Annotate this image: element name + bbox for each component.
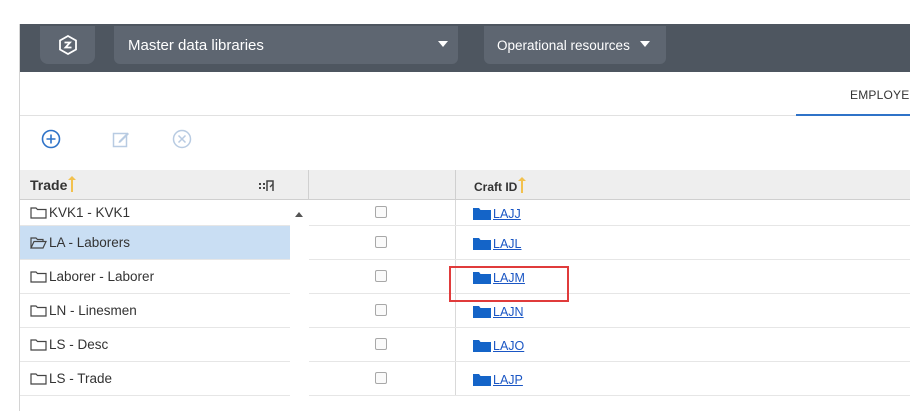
resources-dropdown-label: Operational resources — [497, 37, 630, 53]
craft-row: LAJO — [309, 328, 910, 362]
trade-row-label: KVK1 - KVK1 — [49, 205, 131, 220]
scroll-up-icon[interactable] — [295, 212, 303, 217]
chevron-down-icon — [438, 41, 448, 47]
app-logo-icon — [58, 35, 77, 55]
folder-filled-icon — [473, 306, 491, 321]
trade-row-label: LN - Linesmen — [49, 303, 137, 318]
vertical-scrollbar[interactable] — [290, 200, 309, 411]
library-dropdown[interactable]: Master data libraries — [114, 26, 458, 64]
trade-row[interactable]: KVK1 - KVK1 — [20, 200, 290, 226]
craft-id-link[interactable]: LAJO — [493, 339, 524, 353]
craft-row: LAJP — [309, 362, 910, 396]
craft-row: LAJL — [309, 226, 910, 260]
folder-open-icon — [30, 237, 47, 252]
row-checkbox[interactable] — [375, 304, 387, 316]
folder-icon — [30, 207, 47, 222]
column-divider — [455, 328, 456, 361]
sort-ascending-icon — [68, 176, 77, 192]
column-chooser-icon[interactable] — [258, 178, 274, 192]
column-divider — [455, 362, 456, 395]
column-divider — [455, 226, 456, 259]
trade-header[interactable]: Trade — [20, 170, 308, 200]
folder-icon — [30, 373, 47, 388]
delete-button[interactable] — [169, 126, 195, 152]
trade-list: KVK1 - KVK1 LA - Laborers Laborer - Labore… — [20, 200, 308, 396]
craft-grid: Craft ID LAJJ LAJL LAJM LAJN LAJO LAJP — [309, 170, 910, 411]
folder-filled-icon — [473, 340, 491, 355]
row-checkbox[interactable] — [375, 338, 387, 350]
tab-employees[interactable]: EMPLOYE — [850, 88, 909, 102]
row-checkbox[interactable] — [375, 270, 387, 282]
row-checkbox[interactable] — [375, 206, 387, 218]
delete-circle-icon — [172, 129, 192, 149]
craft-id-header-label: Craft ID — [474, 177, 527, 194]
trade-row-label: LA - Laborers — [49, 235, 131, 250]
trade-header-label: Trade — [30, 176, 77, 193]
trade-row[interactable]: LN - Linesmen — [20, 294, 290, 328]
folder-filled-icon — [473, 238, 491, 253]
row-checkbox[interactable] — [375, 372, 387, 384]
chevron-down-icon — [640, 41, 650, 47]
trade-row[interactable]: LS - Desc — [20, 328, 290, 362]
app-logo-button[interactable] — [40, 26, 95, 64]
folder-filled-icon — [473, 374, 491, 389]
craft-row: LAJN — [309, 294, 910, 328]
active-tab-indicator — [796, 114, 910, 116]
craft-id-link[interactable]: LAJP — [493, 373, 523, 387]
craft-header[interactable]: Craft ID — [309, 170, 910, 200]
trade-row[interactable]: LS - Trade — [20, 362, 290, 396]
trade-grid: Trade KVK1 - KVK1 LA - Laborers Laborer - … — [20, 170, 309, 411]
column-divider — [455, 200, 456, 225]
add-circle-icon — [41, 129, 61, 149]
edit-icon — [112, 132, 129, 148]
craft-row: LAJJ — [309, 200, 910, 226]
app-frame: Master data libraries Operational resour… — [19, 24, 910, 411]
resources-dropdown[interactable]: Operational resources — [484, 26, 666, 64]
trade-row[interactable]: LA - Laborers — [20, 226, 290, 260]
trade-row-label: LS - Trade — [49, 371, 113, 386]
craft-id-link[interactable]: LAJN — [493, 305, 524, 319]
craft-id-link[interactable]: LAJL — [493, 237, 522, 251]
craft-row: LAJM — [309, 260, 910, 294]
craft-list: LAJJ LAJL LAJM LAJN LAJO LAJP — [309, 200, 910, 396]
row-checkbox[interactable] — [375, 236, 387, 248]
craft-id-link[interactable]: LAJJ — [493, 207, 521, 221]
edit-button[interactable] — [108, 126, 134, 152]
trade-row-label: LS - Desc — [49, 337, 109, 352]
highlight-box — [449, 266, 569, 302]
add-button[interactable] — [38, 126, 64, 152]
library-dropdown-label: Master data libraries — [128, 36, 264, 54]
trade-row-label: Laborer - Laborer — [49, 269, 155, 284]
trade-row[interactable]: Laborer - Laborer — [20, 260, 290, 294]
tabs-row: EMPLOYE — [20, 72, 910, 116]
folder-icon — [30, 271, 47, 286]
grid-toolbar — [20, 124, 320, 154]
folder-icon — [30, 339, 47, 354]
folder-icon — [30, 305, 47, 320]
top-bar: Master data libraries Operational resour… — [20, 24, 910, 72]
column-divider — [455, 170, 456, 200]
folder-filled-icon — [473, 208, 491, 223]
sort-ascending-icon — [518, 177, 527, 193]
